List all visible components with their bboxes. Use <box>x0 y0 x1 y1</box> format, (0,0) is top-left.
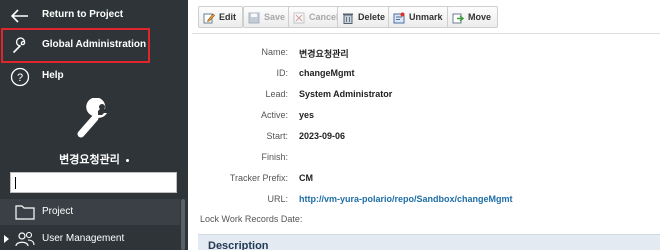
field-label: Finish: <box>261 152 288 162</box>
field-row-finish: Finish: <box>192 149 660 165</box>
delete-label: Delete <box>358 12 386 22</box>
field-row-tracker-prefix: Tracker Prefix: CM <box>192 170 660 186</box>
project-url-link[interactable]: http://vm-yura-polario/repo/Sandbox/chan… <box>299 194 513 204</box>
toolbar: Edit Save Cancel Delete Unmark Move <box>192 0 660 34</box>
unmark-icon <box>393 11 405 24</box>
return-to-project-link[interactable]: Return to Project <box>0 1 188 31</box>
save-button[interactable]: Save <box>243 6 293 28</box>
sidebar: Return to Project Global Administration … <box>0 0 188 250</box>
description-heading: Description <box>208 240 269 250</box>
cancel-icon <box>293 11 305 24</box>
cancel-label: Cancel <box>309 12 339 22</box>
move-icon <box>452 11 465 24</box>
folder-icon <box>15 204 35 220</box>
field-row-lock-work-records-date: Lock Work Records Date: <box>192 211 660 227</box>
save-icon <box>248 11 260 24</box>
field-row-url: URL: http://vm-yura-polario/repo/Sandbox… <box>192 191 660 207</box>
field-row-start: Start: 2023-09-06 <box>192 128 660 144</box>
field-value: 변경요청관리 <box>299 49 349 59</box>
global-administration-link[interactable]: Global Administration <box>0 31 188 61</box>
global-administration-label: Global Administration <box>42 39 147 50</box>
field-value: 2023-09-06 <box>299 131 346 141</box>
tree-item-user-management[interactable]: User Management <box>0 226 180 250</box>
field-row-id: ID: changeMgmt <box>192 65 660 81</box>
field-value: yes <box>299 110 315 120</box>
field-row-active: Active: yes <box>192 107 660 123</box>
project-details: Name: 변경요청관리 ID: changeMgmt Lead: System… <box>192 36 660 226</box>
project-title-text: 변경요청관리 <box>59 154 120 166</box>
tree-item-project[interactable]: Project <box>0 199 180 225</box>
trash-icon <box>342 11 354 24</box>
edit-icon <box>203 11 215 24</box>
field-label: Tracker Prefix: <box>229 173 288 183</box>
sidebar-search-input[interactable] <box>10 172 177 193</box>
edit-label: Edit <box>219 12 236 22</box>
arrow-left-icon <box>10 6 30 26</box>
field-label: Start: <box>266 131 288 141</box>
move-label: Move <box>468 12 492 22</box>
project-status-dot <box>125 158 129 162</box>
wrench-icon <box>10 36 30 56</box>
field-label: Active: <box>260 110 288 120</box>
expand-arrow-icon[interactable] <box>4 235 9 243</box>
project-title: 변경요청관리 <box>0 151 188 167</box>
project-wrench-icon <box>76 97 112 138</box>
help-icon: ? <box>10 67 30 87</box>
field-value: changeMgmt <box>299 68 355 78</box>
users-icon <box>15 231 35 247</box>
field-label: Name: <box>261 47 288 57</box>
edit-button[interactable]: Edit <box>198 6 243 28</box>
field-row-name: Name: 변경요청관리 <box>192 44 660 60</box>
help-link[interactable]: ? Help <box>0 62 188 92</box>
unmark-label: Unmark <box>409 12 443 22</box>
return-to-project-label: Return to Project <box>42 9 124 20</box>
field-label: ID: <box>276 68 288 78</box>
help-label: Help <box>42 70 64 81</box>
save-label: Save <box>264 12 286 22</box>
unmark-button[interactable]: Unmark <box>388 6 450 28</box>
field-label: URL: <box>267 194 288 204</box>
text-caret <box>15 177 16 189</box>
field-value: System Administrator <box>299 89 393 99</box>
delete-button[interactable]: Delete <box>337 6 393 28</box>
field-label: Lead: <box>265 89 288 99</box>
field-label: Lock Work Records Date: <box>200 214 303 224</box>
sidebar-scrollbar[interactable] <box>181 199 185 250</box>
description-section-header[interactable]: Description <box>198 234 660 250</box>
field-row-lead: Lead: System Administrator <box>192 86 660 102</box>
svg-text:?: ? <box>17 72 23 84</box>
tree-item-label: User Management <box>42 233 125 244</box>
tree-item-label: Project <box>42 206 74 217</box>
move-button[interactable]: Move <box>447 6 499 28</box>
field-value: CM <box>299 173 313 183</box>
